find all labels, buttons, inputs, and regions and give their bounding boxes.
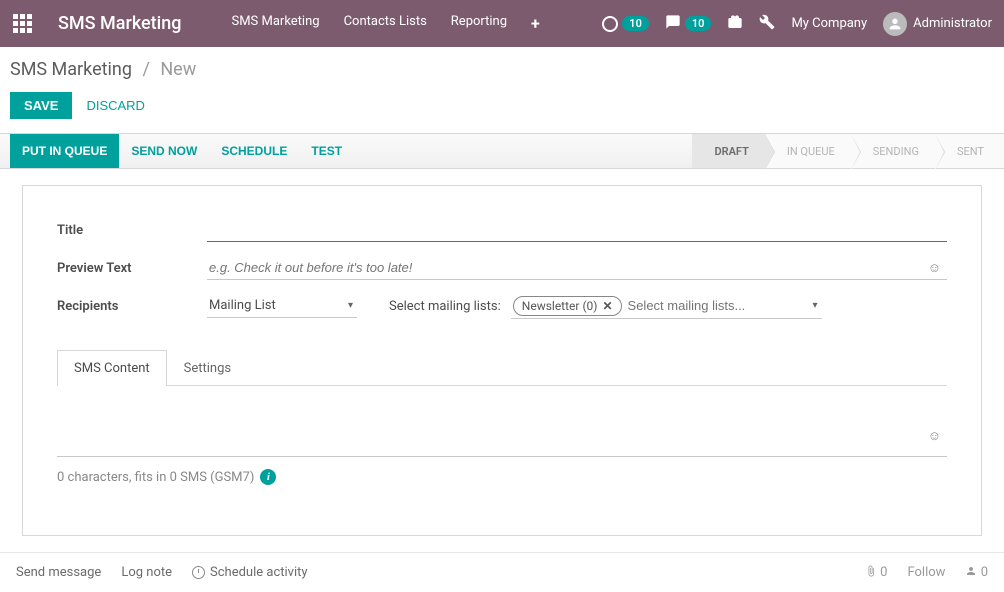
title-label: Title bbox=[57, 223, 207, 238]
breadcrumb-sep: / bbox=[142, 59, 149, 80]
avatar-icon bbox=[883, 12, 907, 36]
attachment-icon bbox=[865, 565, 877, 577]
sms-counter-text: 0 characters, fits in 0 SMS (GSM7) bbox=[57, 470, 254, 485]
recipients-type-value: Mailing List bbox=[207, 294, 357, 318]
breadcrumb: SMS Marketing / New bbox=[10, 59, 994, 80]
breadcrumb-row: SMS Marketing / New bbox=[0, 47, 1004, 86]
user-menu[interactable]: Administrator bbox=[883, 12, 992, 36]
activities-indicator[interactable]: 10 bbox=[602, 16, 649, 32]
messages-badge: 10 bbox=[685, 16, 712, 31]
sheet-wrap: Title Preview Text ☺ Recipients Mailing … bbox=[0, 169, 1004, 552]
sms-textarea[interactable] bbox=[59, 430, 945, 448]
preview-label: Preview Text bbox=[57, 261, 207, 276]
clock-icon bbox=[192, 566, 205, 579]
send-now-button[interactable]: SEND NOW bbox=[119, 134, 209, 168]
action-row: SAVE DISCARD bbox=[0, 86, 1004, 133]
sms-counter: 0 characters, fits in 0 SMS (GSM7) i bbox=[57, 469, 947, 485]
send-message-button[interactable]: Send message bbox=[16, 565, 101, 580]
brand-title: SMS Marketing bbox=[58, 13, 181, 34]
mailing-lists-search[interactable] bbox=[628, 298, 804, 313]
test-button[interactable]: TEST bbox=[299, 134, 354, 168]
chatter: Send message Log note Schedule activity … bbox=[0, 552, 1004, 592]
gift-icon[interactable] bbox=[727, 14, 743, 34]
user-icon bbox=[965, 565, 977, 577]
put-in-queue-button[interactable]: PUT IN QUEUE bbox=[10, 134, 119, 168]
status-stages: DRAFT IN QUEUE SENDING SENT bbox=[692, 134, 1004, 168]
row-preview: Preview Text ☺ bbox=[57, 254, 947, 282]
top-right: 10 10 My Company Administrator bbox=[602, 12, 992, 36]
nav-plus-icon[interactable]: + bbox=[521, 8, 550, 39]
tab-sms-content[interactable]: SMS Content bbox=[57, 350, 167, 386]
company-name[interactable]: My Company bbox=[791, 16, 867, 31]
schedule-activity-label: Schedule activity bbox=[210, 565, 308, 580]
follow-button[interactable]: Follow bbox=[907, 565, 945, 580]
emoji-icon[interactable]: ☺ bbox=[928, 260, 941, 276]
attachments-count[interactable]: 0 bbox=[865, 565, 888, 580]
stage-sent[interactable]: SENT bbox=[935, 134, 1004, 168]
save-button[interactable]: SAVE bbox=[10, 92, 72, 119]
user-name: Administrator bbox=[913, 16, 992, 31]
form-sheet: Title Preview Text ☺ Recipients Mailing … bbox=[22, 185, 982, 536]
nav-sms-marketing[interactable]: SMS Marketing bbox=[221, 8, 329, 39]
topbar: SMS Marketing SMS Marketing Contacts Lis… bbox=[0, 0, 1004, 47]
stage-sending[interactable]: SENDING bbox=[851, 134, 935, 168]
top-nav: SMS Marketing Contacts Lists Reporting + bbox=[221, 8, 549, 39]
breadcrumb-app[interactable]: SMS Marketing bbox=[10, 59, 132, 80]
row-title: Title bbox=[57, 216, 947, 244]
title-input[interactable] bbox=[207, 218, 947, 242]
log-note-button[interactable]: Log note bbox=[121, 565, 172, 580]
nav-contacts-lists[interactable]: Contacts Lists bbox=[334, 8, 437, 39]
stage-in-queue[interactable]: IN QUEUE bbox=[765, 134, 851, 168]
selected-list-tag: Newsletter (0) ✕ bbox=[513, 296, 622, 316]
recipients-type-select[interactable]: Mailing List ▾ bbox=[207, 294, 357, 318]
speech-icon bbox=[665, 14, 681, 34]
activities-badge: 10 bbox=[622, 16, 649, 31]
sms-content-panel: ☺ 0 characters, fits in 0 SMS (GSM7) i bbox=[57, 426, 947, 485]
tabs: SMS Content Settings bbox=[57, 350, 947, 386]
recipients-label: Recipients bbox=[57, 299, 207, 314]
apps-icon[interactable] bbox=[12, 13, 34, 35]
selected-list-label: Newsletter (0) bbox=[522, 299, 598, 313]
statusbar: PUT IN QUEUE SEND NOW SCHEDULE TEST DRAF… bbox=[0, 133, 1004, 169]
tool-icon[interactable] bbox=[759, 14, 775, 34]
tab-settings[interactable]: Settings bbox=[167, 350, 248, 386]
select-lists-label: Select mailing lists: bbox=[389, 299, 501, 314]
clock-icon bbox=[602, 16, 618, 32]
breadcrumb-current: New bbox=[160, 59, 196, 80]
caret-down-icon: ▾ bbox=[813, 300, 818, 311]
row-recipients: Recipients Mailing List ▾ Select mailing… bbox=[57, 292, 947, 320]
followers-count[interactable]: 0 bbox=[965, 565, 988, 580]
mailing-lists-input[interactable]: Newsletter (0) ✕ ▾ bbox=[511, 294, 822, 319]
schedule-activity-button[interactable]: Schedule activity bbox=[192, 565, 308, 580]
nav-reporting[interactable]: Reporting bbox=[441, 8, 517, 39]
preview-input[interactable] bbox=[207, 256, 947, 280]
schedule-button[interactable]: SCHEDULE bbox=[209, 134, 299, 168]
stage-draft[interactable]: DRAFT bbox=[692, 134, 764, 168]
emoji-icon[interactable]: ☺ bbox=[928, 428, 941, 444]
discard-button[interactable]: DISCARD bbox=[86, 98, 145, 113]
tag-remove-icon[interactable]: ✕ bbox=[602, 299, 612, 313]
info-icon[interactable]: i bbox=[260, 469, 276, 485]
messages-indicator[interactable]: 10 bbox=[665, 14, 712, 34]
